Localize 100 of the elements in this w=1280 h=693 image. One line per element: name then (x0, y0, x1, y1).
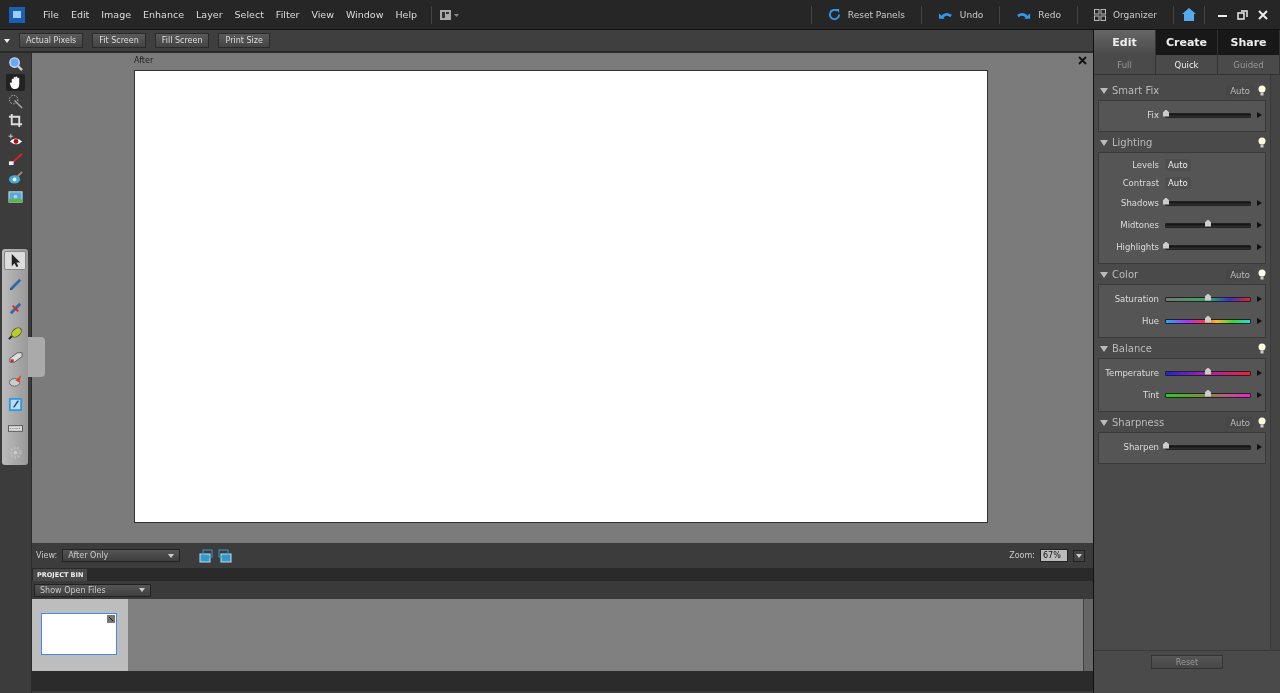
auto-button[interactable]: Auto (1226, 416, 1254, 429)
slider-thumb[interactable] (1205, 367, 1211, 375)
toolbar-button[interactable]: Redo (1008, 9, 1069, 20)
slider-label: Hue (1141, 316, 1160, 326)
view-dropdown[interactable]: After Only (62, 549, 181, 562)
section-title: Sharpness (1112, 417, 1166, 428)
pointer-icon[interactable] (4, 251, 26, 270)
document-label: After (134, 55, 154, 67)
menu-item[interactable]: Edit (64, 9, 96, 20)
play-icon[interactable] (1257, 444, 1262, 450)
eye-icon[interactable] (6, 169, 25, 186)
slider-track[interactable] (1165, 222, 1251, 228)
zoom-field[interactable]: 67% (1040, 549, 1068, 562)
slider-thumb[interactable] (1163, 241, 1169, 249)
slider-thumb[interactable] (1163, 441, 1169, 449)
lightbulb-icon[interactable] (1258, 417, 1266, 428)
menu-item[interactable]: Help (389, 9, 424, 20)
slider-label: Fix (1146, 110, 1160, 120)
menu-item[interactable]: File (37, 9, 65, 20)
hand-icon[interactable] (6, 74, 25, 91)
app-logo (9, 6, 25, 23)
slider-label: Midtones (1119, 220, 1160, 230)
lightbulb-icon[interactable] (1258, 85, 1266, 96)
layout-icon[interactable] (440, 9, 461, 20)
auto-button[interactable]: Auto (1226, 268, 1254, 281)
swap-icon[interactable] (218, 548, 233, 563)
close-icon[interactable] (1256, 8, 1270, 21)
option-button[interactable]: Actual Pixels (19, 33, 84, 48)
slider-thumb[interactable] (1205, 293, 1211, 301)
panel-tab[interactable]: Edit (1094, 30, 1156, 55)
slider-label: Saturation (1113, 294, 1160, 304)
slider-track[interactable] (1165, 112, 1251, 118)
collapse-icon[interactable] (1100, 87, 1108, 94)
restore-icon[interactable] (1236, 8, 1250, 21)
option-button[interactable]: Fit Screen (92, 33, 146, 48)
magnifier-icon[interactable] (6, 55, 25, 72)
slider-thumb[interactable] (1205, 315, 1211, 323)
collapse-icon[interactable] (1100, 345, 1108, 352)
slider-track[interactable] (1165, 200, 1251, 206)
option-button[interactable]: Print Size (218, 33, 270, 48)
lightbulb-icon[interactable] (1258, 343, 1266, 354)
file-thumbnail[interactable] (41, 613, 117, 655)
home-icon[interactable] (1182, 8, 1196, 21)
play-icon[interactable] (1257, 222, 1262, 228)
toolbar-button[interactable]: Reset Panels (819, 8, 913, 21)
auto-button[interactable]: Auto (1165, 159, 1191, 171)
crop-icon[interactable] (6, 112, 25, 129)
auto-button[interactable]: Auto (1165, 177, 1191, 189)
menu-item[interactable]: View (305, 9, 340, 20)
slider-track[interactable] (1165, 318, 1251, 324)
collapse-icon[interactable] (1100, 139, 1108, 146)
lightbulb-icon[interactable] (1258, 137, 1266, 148)
collapse-icon[interactable] (1100, 271, 1108, 278)
menu-item[interactable]: Image (95, 9, 138, 20)
slider-thumb[interactable] (1163, 109, 1169, 117)
menu-item[interactable]: Layer (190, 9, 229, 20)
play-icon[interactable] (1257, 370, 1262, 376)
swap-icon[interactable] (199, 548, 214, 563)
toolbar-button[interactable]: Undo (929, 9, 992, 20)
refresh-icon (827, 8, 841, 21)
auto-button[interactable]: Auto (1226, 84, 1254, 97)
adjustment-label: Levels (1131, 160, 1160, 170)
slider-track[interactable] (1165, 296, 1251, 302)
slider-label: Sharpen (1122, 442, 1160, 452)
play-icon[interactable] (1257, 296, 1262, 302)
menu-item[interactable]: Window (339, 9, 390, 20)
section-title: Lighting (1112, 137, 1154, 148)
slider-thumb[interactable] (1205, 219, 1211, 227)
mode-tab[interactable]: Quick (1156, 55, 1218, 74)
lightbulb-icon[interactable] (1258, 269, 1266, 280)
brush-icon[interactable] (6, 150, 25, 167)
dropdown-icon[interactable] (4, 38, 10, 43)
caret-icon (139, 588, 145, 592)
dropdown-icon[interactable] (1073, 549, 1085, 562)
zoom-label: Zoom: (1009, 551, 1035, 560)
image-icon[interactable] (6, 188, 25, 205)
option-button[interactable]: Fill Screen (154, 33, 210, 48)
menu-item[interactable]: Filter (269, 9, 306, 20)
scrollbar[interactable] (1083, 599, 1093, 671)
play-icon[interactable] (1257, 200, 1262, 206)
menu-item[interactable]: Enhance (137, 9, 191, 20)
slider-thumb[interactable] (1205, 389, 1211, 397)
play-icon[interactable] (1257, 244, 1262, 250)
slider-track[interactable] (1165, 392, 1251, 398)
slider-track[interactable] (1165, 244, 1251, 250)
collapse-icon[interactable] (1100, 419, 1108, 426)
wand-icon[interactable] (6, 93, 25, 110)
grid-icon (1093, 8, 1106, 21)
toolbar-button[interactable]: Organizer (1085, 8, 1165, 21)
bin-dropdown[interactable]: Show Open Files (34, 583, 151, 597)
play-icon[interactable] (1257, 392, 1262, 398)
slider-thumb[interactable] (1163, 197, 1169, 205)
play-icon[interactable] (1257, 318, 1262, 324)
play-icon[interactable] (1257, 112, 1262, 118)
menu-item[interactable]: Select (228, 9, 270, 20)
collapse-handle[interactable] (28, 337, 45, 377)
slider-track[interactable] (1165, 370, 1251, 376)
edit-icon[interactable] (107, 615, 115, 623)
slider-label: Temperature (1104, 368, 1160, 378)
slider-track[interactable] (1165, 444, 1251, 450)
